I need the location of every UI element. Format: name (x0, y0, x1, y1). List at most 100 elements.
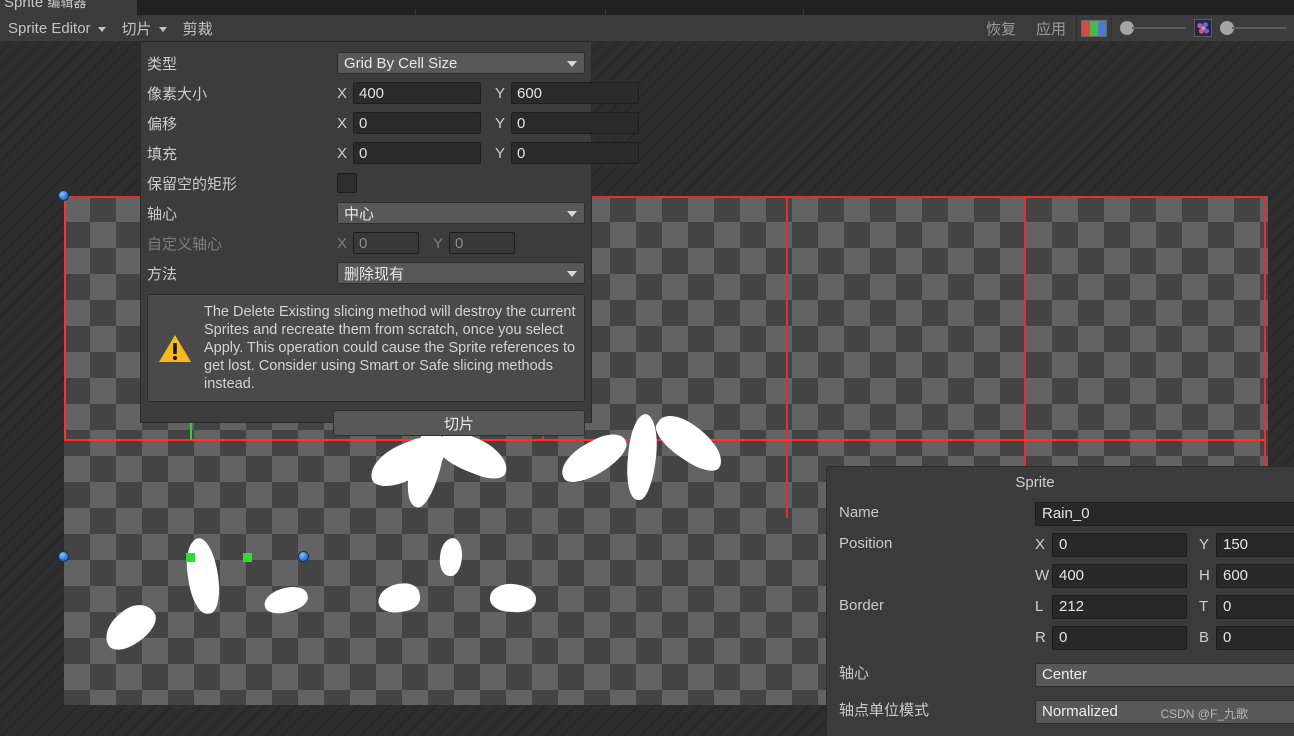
sprite-border-rb-line: R 0 B 0 (1035, 622, 1294, 653)
keep-empty-rects-checkbox[interactable] (337, 173, 357, 193)
sprite-pivot-dropdown[interactable]: Center (1035, 662, 1294, 687)
warning-triangle-icon (158, 303, 194, 393)
type-dropdown[interactable]: Grid By Cell Size (337, 52, 585, 74)
pixel-size-x-axis: X (337, 84, 348, 102)
pivot-dropdown[interactable]: 中心 (337, 202, 585, 224)
sprite-artwork-stroke (182, 536, 224, 616)
pixel-size-label: 像素大小 (147, 85, 208, 103)
padding-x-input[interactable]: 0 (353, 142, 481, 164)
apply-button-label: 应用 (1035, 20, 1066, 38)
sprite-position-label: Position (839, 535, 893, 552)
border-t-input[interactable]: 0 (1216, 594, 1294, 619)
alpha-slider[interactable] (1120, 21, 1186, 35)
offset-y-axis: Y (495, 114, 506, 132)
revert-button[interactable]: 恢复 (976, 15, 1026, 41)
row-method: 方法 删除现有 (141, 258, 591, 288)
method-dropdown-value: 删除现有 (344, 265, 405, 283)
position-x-axis: X (1035, 536, 1046, 553)
selection-handle-bottom-right[interactable] (298, 551, 309, 562)
selection-handle-bottom-left[interactable] (58, 551, 69, 562)
pixel-size-x-input[interactable]: 400 (353, 82, 481, 104)
pivot-dropdown-value: 中心 (344, 205, 375, 223)
row-sprite-position: Position X 0 Y 150 W 400 H 600 (827, 529, 1294, 591)
custom-pivot-y-input: 0 (449, 232, 515, 254)
sprite-name-label: Name (839, 504, 880, 521)
slice-warning-text: The Delete Existing slicing method will … (204, 304, 576, 392)
offset-x-input[interactable]: 0 (353, 112, 481, 134)
sprite-position-wh-line: W 400 H 600 (1035, 560, 1294, 591)
slice-button-row: 切片 (141, 402, 591, 436)
keep-empty-rects-label: 保留空的矩形 (147, 175, 238, 193)
position-h-axis: H (1199, 567, 1210, 584)
zoom-slider-track[interactable] (1232, 27, 1286, 29)
offset-label: 偏移 (147, 115, 178, 133)
row-sprite-pivot: 轴心 Center (827, 659, 1294, 690)
sprite-name-line: Rain_0 (1035, 498, 1294, 529)
sprite-artwork-stroke (375, 580, 423, 616)
border-r-input[interactable]: 0 (1052, 625, 1187, 650)
slice-button[interactable]: 切片 (333, 410, 585, 436)
sprite-artwork-stroke (261, 583, 311, 617)
border-b-axis: B (1199, 629, 1210, 646)
chevron-down-icon (567, 211, 577, 217)
selection-edge-left[interactable] (64, 196, 66, 441)
slice-warning-box: The Delete Existing slicing method will … (147, 294, 585, 402)
sprite-name-input[interactable]: Rain_0 (1035, 501, 1294, 526)
custom-pivot-y-axis: Y (433, 234, 444, 252)
tab-sprite-editor[interactable]: Sprite 编辑器 (0, 0, 137, 15)
selection-handle-top-left[interactable] (58, 190, 69, 201)
position-w-axis: W (1035, 567, 1050, 584)
alpha-noise-icon (1194, 19, 1212, 37)
position-y-input[interactable]: 150 (1216, 532, 1294, 557)
sprite-pivot-label: 轴心 (839, 665, 870, 682)
sprite-pivot-unit-mode-label: 轴点单位模式 (839, 702, 930, 719)
border-handle-left[interactable] (186, 553, 195, 562)
method-dropdown[interactable]: 删除现有 (337, 262, 585, 284)
pivot-label: 轴心 (147, 205, 178, 223)
border-handle-right[interactable] (243, 553, 252, 562)
zoom-slider[interactable] (1220, 21, 1286, 35)
offset-fields: X 0 Y 0 (337, 112, 639, 134)
slice-options-panel: 类型 Grid By Cell Size 像素大小 X 400 Y 600 偏移… (140, 41, 639, 436)
apply-button[interactable]: 应用 (1026, 15, 1076, 41)
row-sprite-border: Border L 212 T 0 R 0 B 0 (827, 591, 1294, 653)
rgb-channel-toggle[interactable] (1077, 15, 1111, 41)
sprite-editor-window: Sprite 编辑器 Sprite Editor 切片 剪裁 恢复 应用 类型 … (0, 0, 1294, 736)
sprite-name-fields: Rain_0 (1035, 498, 1294, 529)
alpha-slider-track[interactable] (1132, 27, 1186, 29)
sprite-position-xy-line: X 0 Y 150 (1035, 529, 1294, 560)
slice-menu[interactable]: 切片 (114, 15, 175, 41)
position-w-input[interactable]: 400 (1052, 563, 1187, 588)
custom-pivot-x-axis: X (337, 234, 348, 252)
padding-y-input[interactable]: 0 (511, 142, 639, 164)
padding-fields: X 0 Y 0 (337, 142, 639, 164)
sprite-artwork-stroke (554, 426, 634, 490)
trim-button-label: 剪裁 (182, 20, 213, 38)
offset-y-input[interactable]: 0 (511, 112, 639, 134)
border-t-axis: T (1199, 598, 1209, 615)
row-padding: 填充 X 0 Y 0 (141, 138, 639, 168)
sprite-border-label: Border (839, 597, 885, 614)
row-pixel-size: 像素大小 X 400 Y 600 (141, 78, 639, 108)
tab-label-cn: 编辑器 (47, 0, 87, 10)
window-tab-strip: Sprite 编辑器 (0, 0, 1294, 15)
sprite-border-fields: L 212 T 0 R 0 B 0 (1035, 591, 1294, 653)
pixel-size-fields: X 400 Y 600 (337, 82, 639, 104)
type-label: 类型 (147, 55, 178, 73)
sprite-editor-menu[interactable]: Sprite Editor (0, 15, 114, 41)
chevron-down-icon (567, 271, 577, 277)
position-x-input[interactable]: 0 (1052, 532, 1187, 557)
position-h-input[interactable]: 600 (1216, 563, 1294, 588)
editor-toolbar: Sprite Editor 切片 剪裁 恢复 应用 (0, 15, 1294, 41)
border-l-input[interactable]: 212 (1052, 594, 1187, 619)
position-y-axis: Y (1199, 536, 1210, 553)
border-b-input[interactable]: 0 (1216, 625, 1294, 650)
type-dropdown-value: Grid By Cell Size (344, 54, 458, 72)
trim-button[interactable]: 剪裁 (175, 15, 221, 41)
pixel-size-y-axis: Y (495, 84, 506, 102)
pixel-size-y-input[interactable]: 600 (511, 82, 639, 104)
sprite-position-fields: X 0 Y 150 W 400 H 600 (1035, 529, 1294, 591)
sprite-pivot-line: Center (1035, 659, 1294, 690)
row-keep-empty-rects: 保留空的矩形 (141, 168, 591, 198)
slice-menu-label: 切片 (121, 20, 152, 38)
